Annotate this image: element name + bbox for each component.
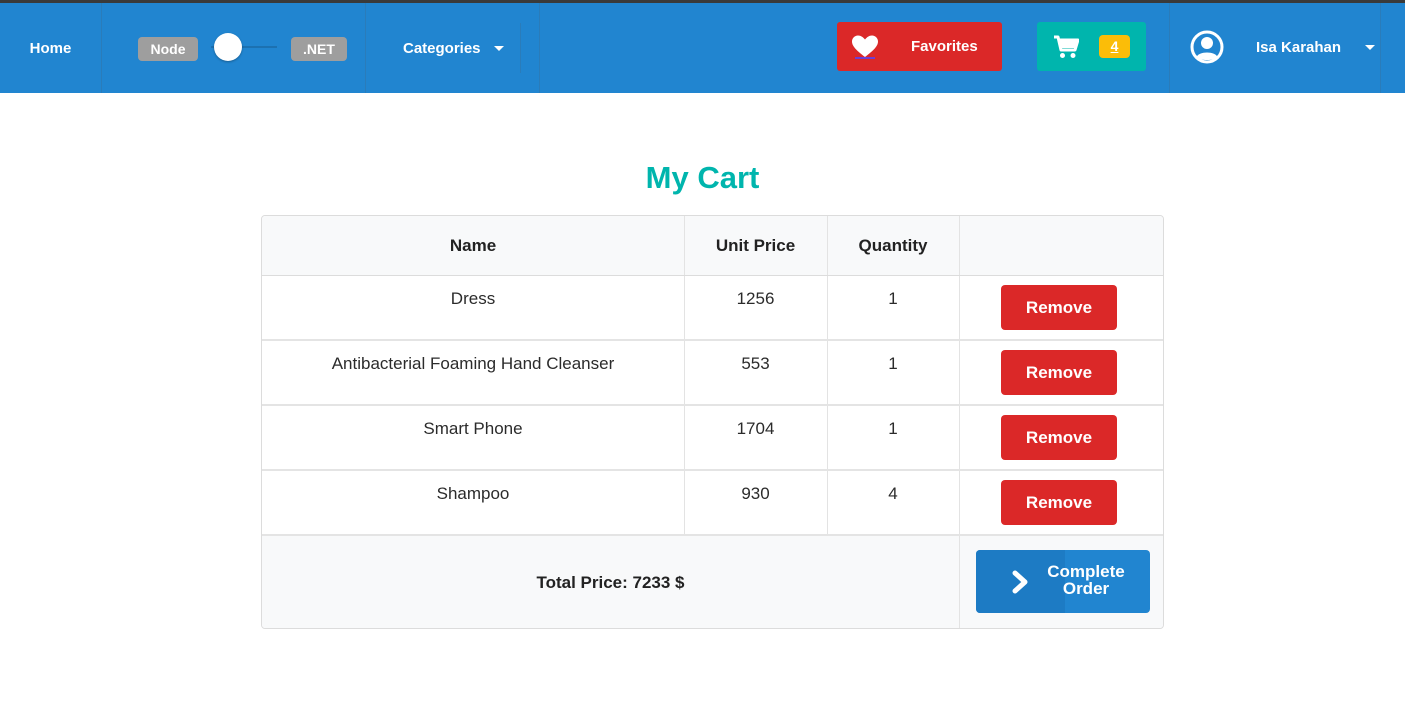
navbar: Home Node .NET Categories Favorites 4 Is…	[0, 3, 1405, 93]
footer-actions: Complete Order	[959, 536, 1163, 628]
shopping-cart-icon	[1053, 35, 1080, 59]
column-divider	[827, 406, 828, 469]
complete-order-label-line2: Order	[1062, 579, 1110, 598]
table-header-row: Name Unit Price Quantity	[262, 216, 1163, 276]
item-quantity: 1	[888, 419, 898, 438]
column-divider	[684, 276, 685, 339]
remove-button[interactable]: Remove	[1001, 415, 1117, 460]
item-actions: Remove	[959, 406, 1163, 469]
column-divider	[959, 276, 960, 339]
item-unit-price: 1704	[736, 419, 775, 438]
table-footer-row: Total Price: 7233 $ Complete Order	[262, 536, 1163, 628]
column-header-name: Name	[449, 236, 497, 255]
column-divider	[827, 276, 828, 339]
column-divider	[684, 406, 685, 469]
column-divider	[959, 216, 960, 275]
cart-table: Name Unit Price Quantity Dress 1256 1 Re…	[261, 215, 1164, 629]
item-actions: Remove	[959, 341, 1163, 404]
column-header-actions	[959, 216, 1163, 275]
item-name: Dress	[450, 289, 496, 308]
categories-dropdown[interactable]: Categories	[365, 3, 539, 93]
toggle-label-node: Node	[138, 37, 198, 61]
item-quantity: 1	[888, 289, 898, 308]
remove-button[interactable]: Remove	[1001, 285, 1117, 330]
cart-count-badge: 4	[1099, 35, 1130, 58]
column-header-unit-price: Unit Price	[715, 236, 796, 255]
item-name: Shampoo	[436, 484, 510, 503]
user-circle-icon	[1190, 30, 1224, 64]
item-actions: Remove	[959, 276, 1163, 339]
complete-order-button[interactable]: Complete Order	[976, 550, 1150, 613]
categories-label: Categories	[403, 39, 481, 57]
nav-divider	[520, 23, 521, 73]
item-unit-price: 930	[741, 484, 770, 503]
item-actions: Remove	[959, 471, 1163, 534]
nav-home-label: Home	[29, 39, 72, 57]
column-divider	[684, 471, 685, 534]
caret-down-icon	[493, 45, 504, 51]
nav-home-link[interactable]: Home	[0, 3, 101, 93]
table-row: Dress 1256 1 Remove	[262, 276, 1163, 341]
backend-toggle[interactable]: Node .NET	[101, 3, 365, 93]
heart-icon	[850, 34, 880, 60]
total-price: Total Price: 7233 $	[536, 573, 685, 592]
item-unit-price: 553	[741, 354, 770, 373]
table-row: Antibacterial Foaming Hand Cleanser 553 …	[262, 341, 1163, 406]
page-title: My Cart	[645, 160, 760, 195]
item-unit-price: 1256	[736, 289, 775, 308]
item-name: Smart Phone	[423, 419, 523, 438]
complete-order-label: Complete Order	[1036, 563, 1136, 597]
nav-divider	[539, 3, 540, 93]
column-divider	[827, 471, 828, 534]
column-divider	[827, 216, 828, 275]
toggle-label-net: .NET	[291, 37, 347, 61]
remove-button[interactable]: Remove	[1001, 350, 1117, 395]
item-quantity: 4	[888, 484, 898, 503]
nav-divider	[1380, 3, 1381, 93]
item-quantity: 1	[888, 354, 898, 373]
remove-button[interactable]: Remove	[1001, 480, 1117, 525]
caret-down-icon	[1365, 45, 1375, 50]
column-divider	[959, 406, 960, 469]
column-divider	[684, 216, 685, 275]
item-name: Antibacterial Foaming Hand Cleanser	[331, 354, 615, 373]
column-divider	[959, 341, 960, 404]
favorites-label: Favorites	[911, 38, 978, 55]
chevron-right-icon	[1010, 570, 1032, 594]
column-divider	[959, 536, 960, 628]
column-divider	[959, 471, 960, 534]
column-divider	[684, 341, 685, 404]
column-header-quantity: Quantity	[858, 236, 928, 255]
user-menu[interactable]: Isa Karahan	[1170, 3, 1380, 93]
table-row: Shampoo 930 4 Remove	[262, 471, 1163, 536]
toggle-knob[interactable]	[214, 33, 242, 61]
user-name: Isa Karahan	[1256, 39, 1342, 56]
column-divider	[827, 341, 828, 404]
favorites-button[interactable]: Favorites	[837, 22, 1002, 71]
table-row: Smart Phone 1704 1 Remove	[262, 406, 1163, 471]
complete-order-label-line1: Complete	[1047, 562, 1125, 581]
cart-button[interactable]: 4	[1037, 22, 1146, 71]
